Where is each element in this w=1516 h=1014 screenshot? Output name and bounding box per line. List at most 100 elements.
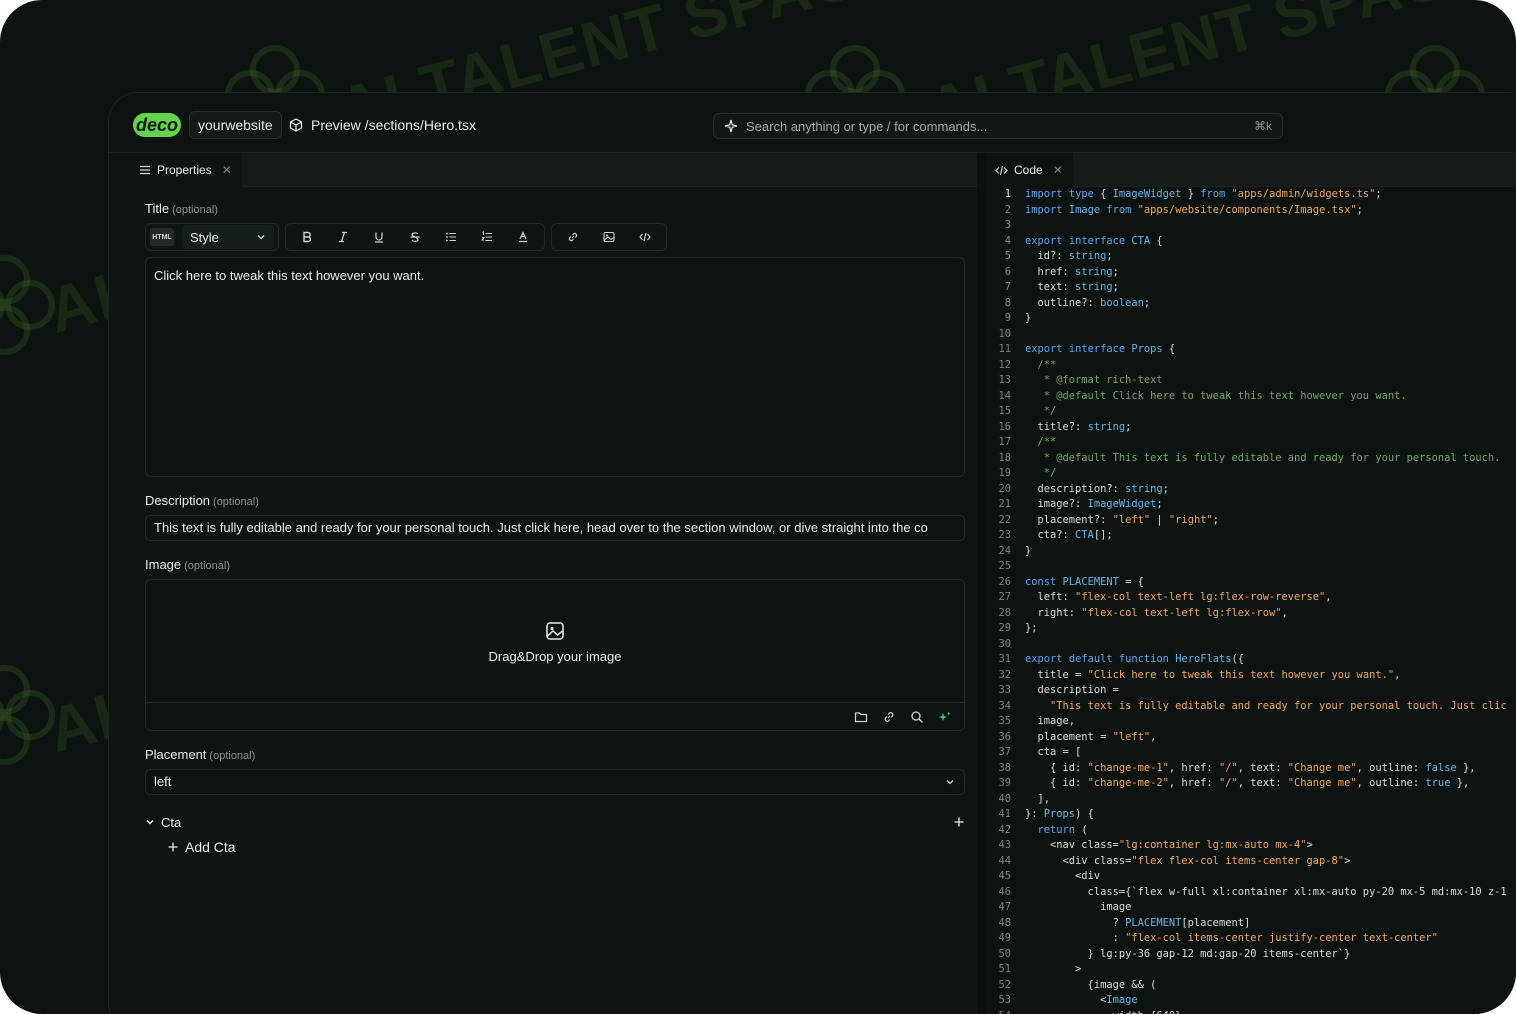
line-number: 51 (998, 963, 1011, 975)
description-input[interactable]: This text is fully editable and ready fo… (145, 515, 965, 541)
text-color-button[interactable] (506, 225, 540, 249)
code-editor[interactable]: 1 import type { ImageWidget } from "apps/… (985, 187, 1516, 1014)
code-line: 13 * @format rich-text (985, 373, 1516, 389)
code-line: 18 * @default This text is fully editabl… (985, 451, 1516, 467)
link-button[interactable] (556, 225, 590, 249)
link-icon[interactable] (882, 710, 896, 724)
code-line: 20 description?: string; (985, 482, 1516, 498)
placement-select[interactable]: left (145, 769, 965, 795)
search-icon[interactable] (910, 710, 924, 724)
bold-icon (301, 231, 313, 243)
line-number: 49 (998, 932, 1011, 944)
dropzone-text: Drag&Drop your image (488, 648, 622, 664)
cta-toggle[interactable]: Cta (145, 815, 181, 830)
line-number: 11 (998, 343, 1011, 355)
toolbar-group-style: HTML Style (145, 223, 279, 251)
code-line-text: <div (1025, 870, 1101, 882)
code-line: 47 image (985, 900, 1516, 916)
pane-divider[interactable] (977, 153, 985, 1014)
underline-button[interactable] (362, 225, 396, 249)
code-button[interactable] (628, 225, 662, 249)
tab-properties[interactable]: Properties ✕ (129, 153, 242, 187)
code-line: 26 const PLACEMENT = { (985, 575, 1516, 591)
line-number: 19 (998, 467, 1011, 479)
title-editor[interactable]: Click here to tweak this text however yo… (145, 257, 965, 477)
code-line-text: export interface Props { (1025, 343, 1176, 355)
preview-breadcrumb[interactable]: Preview /sections/Hero.tsx (289, 111, 476, 139)
line-number: 17 (998, 436, 1011, 448)
strikethrough-button[interactable] (398, 225, 432, 249)
magic-icon[interactable] (938, 710, 952, 724)
plus-icon[interactable] (953, 816, 965, 828)
code-line: 22 placement?: "left" | "right"; (985, 513, 1516, 529)
search-input[interactable]: Search anything or type / for commands..… (746, 119, 1246, 134)
insert-image-button[interactable] (592, 225, 626, 249)
line-number: 5 (1004, 250, 1011, 262)
deco-logo[interactable]: deco (133, 113, 181, 137)
code-icon (995, 164, 1008, 177)
search-shortcut: ⌘k (1254, 119, 1272, 133)
line-number: 37 (998, 746, 1011, 758)
line-number: 15 (998, 405, 1011, 417)
code-line-text: * @default Click here to tweak this text… (1025, 389, 1407, 402)
close-icon[interactable]: ✕ (1053, 163, 1063, 177)
site-selector-button[interactable]: yourwebsite (189, 111, 282, 139)
code-line-text: export interface CTA { (1025, 234, 1163, 247)
code-line: 42 return ( (985, 823, 1516, 839)
line-number: 28 (998, 606, 1011, 619)
command-search[interactable]: Search anything or type / for commands..… (713, 113, 1283, 139)
code-line-text: } (1025, 312, 1032, 324)
title-optional: (optional) (172, 204, 218, 216)
sparkle-icon (724, 119, 738, 133)
toolbar-group-insert (551, 223, 667, 251)
style-select[interactable]: Style (182, 225, 274, 249)
code-line: 49 : "flex-col items-center justify-cent… (985, 931, 1516, 947)
line-number: 4 (1004, 234, 1011, 247)
code-line: 25 (985, 559, 1516, 575)
code-tabbar: Code ✕ (985, 153, 1516, 187)
code-line-text: const PLACEMENT = { (1025, 575, 1144, 588)
code-line: 41}: Props) { (985, 807, 1516, 823)
cta-label: Cta (161, 814, 182, 830)
code-line: 48 ? PLACEMENT[placement] (985, 916, 1516, 932)
line-number: 27 (998, 591, 1011, 603)
cta-section-header[interactable]: Cta (145, 811, 965, 833)
chevron-down-icon (256, 232, 266, 242)
code-line: 30 (985, 637, 1516, 653)
ordered-list-button[interactable] (470, 225, 504, 249)
code-line-text: : "flex-col items-center justify-center … (1025, 932, 1438, 944)
close-icon[interactable]: ✕ (222, 163, 232, 177)
code-line: 7 text: string; (985, 280, 1516, 296)
line-number: 16 (998, 420, 1011, 433)
html-toggle-button[interactable]: HTML (150, 228, 174, 246)
code-line-text: left: "flex-col text-left lg:flex-row-re… (1025, 591, 1332, 603)
code-line: 43 <nav class="lg:container lg:mx-auto m… (985, 838, 1516, 854)
bold-button[interactable] (290, 225, 324, 249)
line-number: 35 (998, 715, 1011, 727)
line-number: 43 (998, 839, 1011, 851)
image-icon (545, 621, 565, 641)
code-line: 36 placement = "left", (985, 730, 1516, 746)
code-line: 12 /** (985, 358, 1516, 374)
code-line-text: return ( (1037, 823, 1088, 836)
rich-text-toolbar: HTML Style (145, 223, 673, 251)
code-line: 16 title?: string; (985, 420, 1516, 436)
strikethrough-icon (409, 231, 421, 243)
code-line: 11 export interface Props { (985, 342, 1516, 358)
code-line: 10 (985, 327, 1516, 343)
line-number: 34 (998, 699, 1011, 712)
code-line-text: image?: ImageWidget; (1025, 498, 1163, 510)
tab-code-label: Code (1014, 163, 1043, 177)
code-line: 32 title = "Click here to tweak this tex… (985, 668, 1516, 684)
folder-icon[interactable] (854, 710, 868, 724)
title-label: Title (145, 201, 170, 216)
line-number: 52 (998, 978, 1011, 991)
italic-button[interactable] (326, 225, 360, 249)
add-cta-button[interactable]: Add Cta (167, 839, 236, 855)
code-line-text: <nav class="lg:container lg:mx-auto mx-4… (1025, 839, 1313, 851)
description-label: Description (145, 493, 211, 508)
tab-code[interactable]: Code ✕ (985, 153, 1073, 187)
image-dropzone[interactable]: Drag&Drop your image (145, 579, 965, 731)
code-line: 24} (985, 544, 1516, 560)
bullet-list-button[interactable] (434, 225, 468, 249)
